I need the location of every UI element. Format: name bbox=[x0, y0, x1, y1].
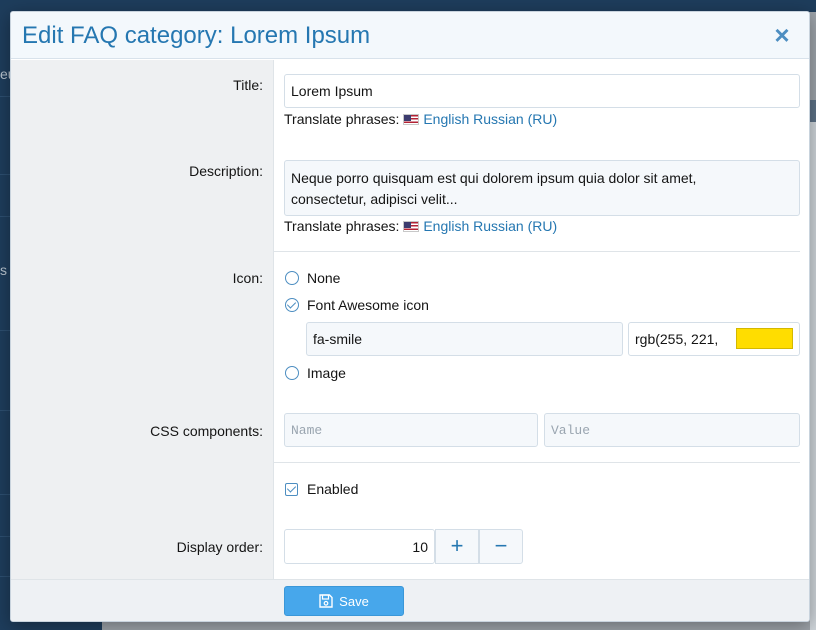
description-translate-hint: Translate phrases: English Russian (RU) bbox=[284, 218, 557, 234]
section-divider bbox=[274, 251, 800, 252]
backdrop-divider bbox=[0, 96, 10, 97]
us-flag-icon bbox=[403, 114, 420, 125]
css-components-label: CSS components: bbox=[150, 423, 263, 439]
css-name-placeholder: Name bbox=[291, 422, 323, 438]
enabled-checkbox[interactable] bbox=[285, 483, 298, 496]
description-textarea[interactable]: Neque porro quisquam est qui dolorem ips… bbox=[284, 160, 800, 216]
description-line: Neque porro quisquam est qui dolorem ips… bbox=[291, 170, 697, 186]
css-value-input[interactable]: Value bbox=[544, 413, 800, 447]
fa-icon-input[interactable]: fa-smile bbox=[306, 322, 623, 356]
description-translate-link[interactable]: English Russian (RU) bbox=[423, 218, 557, 234]
icon-image-radio[interactable] bbox=[285, 366, 299, 380]
title-input[interactable]: Lorem Ipsum bbox=[284, 74, 800, 108]
backdrop-text-fragment: s bbox=[0, 262, 7, 278]
backdrop-divider bbox=[0, 330, 10, 331]
icon-color-value: rgb(255, 221, bbox=[635, 331, 719, 347]
icon-label: Icon: bbox=[232, 270, 263, 286]
translate-prefix: Translate phrases: bbox=[284, 111, 400, 127]
backdrop-right-strip bbox=[810, 100, 816, 630]
title-label: Title: bbox=[233, 77, 263, 93]
us-flag-icon bbox=[403, 221, 420, 232]
description-line: consectetur, adipisci velit... bbox=[291, 191, 458, 207]
css-value-placeholder: Value bbox=[551, 422, 591, 438]
icon-font-awesome-label: Font Awesome icon bbox=[307, 297, 429, 313]
backdrop-divider bbox=[0, 410, 10, 411]
title-translate-hint: Translate phrases: English Russian (RU) bbox=[284, 111, 557, 127]
edit-faq-category-dialog: Edit FAQ category: Lorem Ipsum × Title: … bbox=[10, 11, 810, 622]
display-order-label: Display order: bbox=[176, 539, 263, 555]
save-icon bbox=[319, 594, 333, 608]
translate-prefix: Translate phrases: bbox=[284, 218, 400, 234]
dialog-body: Title: Lorem Ipsum Translate phrases: En… bbox=[11, 60, 809, 580]
dialog-header: Edit FAQ category: Lorem Ipsum × bbox=[11, 12, 809, 59]
enabled-label: Enabled bbox=[307, 481, 359, 497]
description-label: Description: bbox=[189, 163, 263, 179]
backdrop-divider bbox=[0, 536, 10, 537]
increment-button[interactable]: + bbox=[435, 529, 479, 564]
dialog-footer: Save bbox=[11, 579, 809, 621]
backdrop-divider bbox=[0, 174, 10, 175]
save-button[interactable]: Save bbox=[284, 586, 404, 616]
backdrop-divider bbox=[0, 494, 10, 495]
backdrop-divider bbox=[0, 576, 10, 577]
close-icon[interactable]: × bbox=[769, 22, 795, 48]
section-divider bbox=[274, 462, 800, 463]
icon-none-label: None bbox=[307, 270, 341, 286]
display-order-value: 10 bbox=[412, 538, 428, 555]
color-swatch[interactable] bbox=[736, 328, 793, 349]
dialog-title: Edit FAQ category: Lorem Ipsum bbox=[22, 22, 371, 49]
icon-image-label: Image bbox=[307, 365, 346, 381]
backdrop-divider bbox=[0, 216, 10, 217]
title-input-value: Lorem Ipsum bbox=[291, 83, 373, 99]
display-order-input[interactable]: 10 bbox=[284, 529, 435, 564]
icon-font-awesome-radio[interactable] bbox=[285, 298, 299, 312]
save-button-label: Save bbox=[339, 593, 369, 609]
backdrop-tab bbox=[810, 100, 816, 122]
decrement-button[interactable]: − bbox=[479, 529, 523, 564]
fa-icon-value: fa-smile bbox=[313, 331, 363, 347]
title-translate-link[interactable]: English Russian (RU) bbox=[423, 111, 557, 127]
form-label-column bbox=[11, 60, 274, 580]
css-name-input[interactable]: Name bbox=[284, 413, 538, 447]
icon-none-radio[interactable] bbox=[285, 271, 299, 285]
